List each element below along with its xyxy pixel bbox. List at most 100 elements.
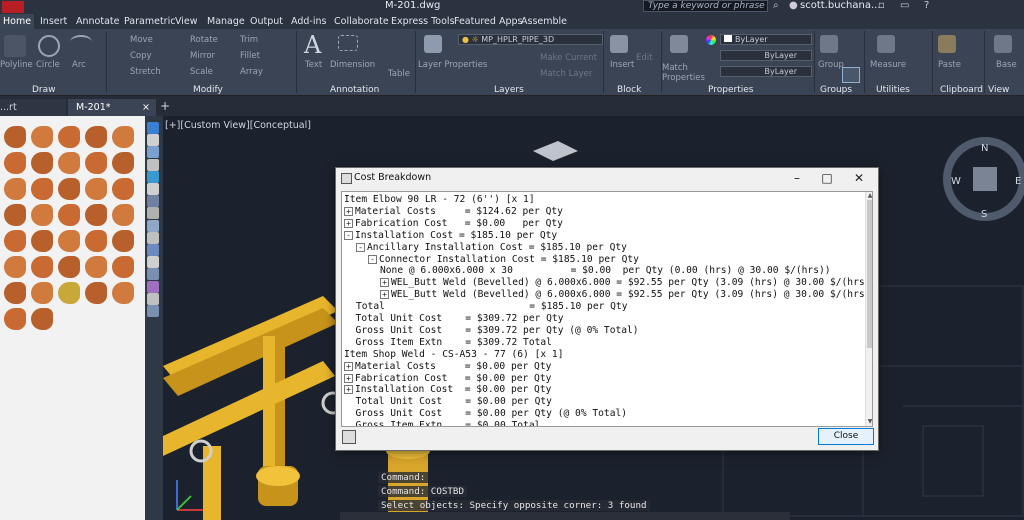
expand-icon[interactable]: + <box>344 361 353 371</box>
fitting-thumbnail-icon[interactable] <box>4 282 26 304</box>
fitting-thumbnail-icon[interactable] <box>4 256 26 278</box>
palette-tool-icon[interactable] <box>147 122 159 134</box>
app-logo[interactable] <box>2 1 24 13</box>
expand-icon[interactable]: + <box>344 218 353 228</box>
edit-block-tool[interactable]: Edit <box>636 53 652 63</box>
match-properties-icon[interactable] <box>670 35 688 53</box>
palette-tool-icon[interactable] <box>147 244 159 256</box>
fitting-thumbnail-icon[interactable] <box>58 282 80 304</box>
report-line[interactable]: Gross Item Extn = $0.00 Total <box>344 420 541 426</box>
tab-output[interactable]: Output <box>250 14 283 29</box>
collapse-icon[interactable]: - <box>344 230 353 240</box>
palette-tool-icon[interactable] <box>147 256 159 269</box>
palette-tool-icon[interactable] <box>147 170 159 183</box>
report-line[interactable]: - Ancillary Installation Cost = $185.10 p… <box>356 242 627 254</box>
report-line[interactable]: Gross Unit Cost = $0.00 per Qty (@ 0% To… <box>344 408 627 420</box>
collapse-icon[interactable]: - <box>368 254 377 264</box>
collapse-icon[interactable]: - <box>356 242 365 252</box>
linetype-dropdown[interactable]: ByLayer <box>720 66 812 77</box>
viewcube[interactable]: N S W E <box>943 137 1024 221</box>
fitting-thumbnail-icon[interactable] <box>4 178 26 200</box>
fitting-thumbnail-icon[interactable] <box>112 282 134 304</box>
fitting-thumbnail-icon[interactable] <box>58 152 80 174</box>
fitting-thumbnail-icon[interactable] <box>58 126 80 148</box>
tab-featured-apps[interactable]: Featured Apps <box>454 14 522 29</box>
expand-icon[interactable]: + <box>344 373 353 383</box>
tab-collaborate[interactable]: Collaborate <box>334 14 389 29</box>
report-line[interactable]: + WEL_Butt Weld (Bevelled) @ 6.000x6.000 … <box>380 277 872 289</box>
move-tool[interactable]: Move <box>130 35 153 45</box>
table-tool[interactable]: Table <box>388 69 410 79</box>
fitting-thumbnail-icon[interactable] <box>85 204 107 226</box>
utilities-panel-title[interactable]: Utilities <box>876 85 910 95</box>
palette-tool-icon[interactable] <box>147 280 159 293</box>
base-view-icon[interactable] <box>994 35 1012 53</box>
tab-express-tools[interactable]: Express Tools <box>391 14 455 29</box>
user-name[interactable]: scott.buchana... <box>800 0 881 11</box>
report-line[interactable]: Gross Item Extn = $309.72 Total <box>344 337 552 349</box>
draw-panel-title[interactable]: Draw <box>32 85 56 95</box>
report-line[interactable]: + Fabrication Cost = $0.00 per Qty <box>344 373 551 385</box>
palette-tool-icon[interactable] <box>147 305 159 317</box>
measure-icon[interactable] <box>877 35 895 53</box>
exchange-icon[interactable]: ▭ <box>900 0 909 11</box>
group-icon[interactable] <box>820 35 838 53</box>
fitting-thumbnail-icon[interactable] <box>31 308 53 330</box>
polyline-icon[interactable] <box>4 35 26 57</box>
fitting-thumbnail-icon[interactable] <box>112 178 134 200</box>
fitting-thumbnail-icon[interactable] <box>85 282 107 304</box>
make-current-tool[interactable]: Make Current <box>540 53 597 63</box>
expand-icon[interactable]: + <box>344 206 353 216</box>
stretch-tool[interactable]: Stretch <box>130 67 161 77</box>
minimize-button[interactable]: – <box>782 168 812 188</box>
circle-icon[interactable] <box>38 35 60 57</box>
expand-icon[interactable]: + <box>344 385 353 395</box>
palette-tool-icon[interactable] <box>147 195 159 208</box>
vertical-scrollbar[interactable]: ▲ ▼ <box>865 192 872 426</box>
properties-panel-title[interactable]: Properties <box>708 85 753 95</box>
clipboard-panel-title[interactable]: Clipboard <box>940 85 983 95</box>
fitting-thumbnail-icon[interactable] <box>58 204 80 226</box>
tab-home[interactable]: Home <box>0 14 35 29</box>
report-line[interactable]: Item Shop Weld - CS-A53 - 77 (6) [x 1] <box>344 349 564 361</box>
fitting-thumbnail-icon[interactable] <box>85 126 107 148</box>
mirror-tool[interactable]: Mirror <box>190 51 215 61</box>
fillet-tool[interactable]: Fillet <box>240 51 260 61</box>
block-panel-title[interactable]: Block <box>617 85 641 95</box>
doc-tab-start[interactable]: ...rt <box>0 99 66 116</box>
help-icon[interactable]: ? <box>924 0 929 11</box>
palette-tool-icon[interactable] <box>147 231 159 244</box>
fitting-thumbnail-icon[interactable] <box>31 152 53 174</box>
group-select-icon[interactable] <box>842 67 860 83</box>
fitting-thumbnail-icon[interactable] <box>31 256 53 278</box>
close-button[interactable]: Close <box>818 428 874 445</box>
rotate-tool[interactable]: Rotate <box>190 35 218 45</box>
fitting-thumbnail-icon[interactable] <box>112 152 134 174</box>
new-tab-icon[interactable]: + <box>160 99 170 113</box>
doc-tab-m201[interactable]: M-201* × <box>68 99 156 116</box>
fitting-thumbnail-icon[interactable] <box>4 204 26 226</box>
palette-tool-icon[interactable] <box>147 207 159 220</box>
fitting-thumbnail-icon[interactable] <box>4 126 26 148</box>
report-line[interactable]: None @ 6.000x6.000 x 30 = $0.00 per Qty … <box>380 265 831 277</box>
insert-icon[interactable] <box>610 35 628 53</box>
fitting-thumbnail-icon[interactable] <box>31 282 53 304</box>
fitting-thumbnail-icon[interactable] <box>85 152 107 174</box>
cost-report-tree[interactable]: Item Elbow 90 LR - 72 (6'') [x 1] + Materi… <box>341 191 873 427</box>
tab-assemble[interactable]: Assemble <box>521 14 567 29</box>
close-icon[interactable]: × <box>142 99 150 116</box>
fitting-thumbnail-icon[interactable] <box>112 126 134 148</box>
modify-panel-title[interactable]: Modify <box>193 85 223 95</box>
report-line[interactable]: + Fabrication Cost = $0.00 per Qty <box>344 218 563 230</box>
dimension-icon[interactable] <box>338 35 358 51</box>
fitting-thumbnail-icon[interactable] <box>85 230 107 252</box>
paste-icon[interactable] <box>938 35 956 53</box>
tab-parametric[interactable]: Parametric <box>124 14 175 29</box>
palette-tool-icon[interactable] <box>147 158 159 171</box>
fitting-thumbnail-icon[interactable] <box>112 204 134 226</box>
fitting-thumbnail-icon[interactable] <box>58 178 80 200</box>
palette-tool-icon[interactable] <box>147 146 159 159</box>
close-window-button[interactable]: ✕ <box>844 168 874 188</box>
palette-tool-icon[interactable] <box>147 292 159 305</box>
report-line[interactable]: - Connector Installation Cost = $185.10 p… <box>368 254 639 266</box>
